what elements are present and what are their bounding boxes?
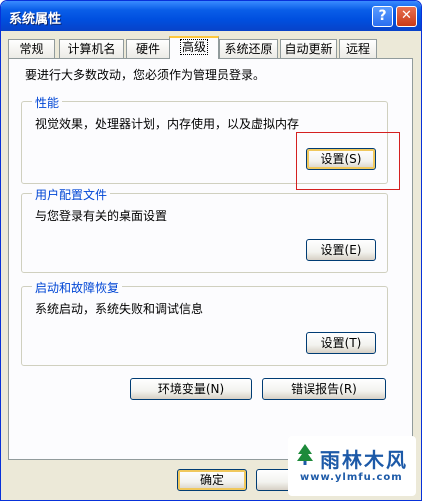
user-profiles-settings-button[interactable]: 设置(E) xyxy=(306,239,376,261)
system-properties-window: 系统属性 ? ✕ 常规 计算机名 硬件 高级 系统还原 自动更新 远程 要进行大… xyxy=(0,0,422,501)
tab-remote[interactable]: 远程 xyxy=(339,39,377,58)
startup-recovery-description: 系统启动，系统失败和调试信息 xyxy=(35,302,204,316)
window-title: 系统属性 xyxy=(9,12,62,27)
title-bar[interactable]: 系统属性 ? ✕ xyxy=(1,1,421,31)
tab-advanced[interactable]: 高级 xyxy=(169,36,219,59)
tab-auto-update[interactable]: 自动更新 xyxy=(280,39,337,58)
startup-recovery-title: 启动和故障恢复 xyxy=(32,279,123,296)
startup-recovery-group: 启动和故障恢复 系统启动，系统失败和调试信息 xyxy=(21,279,388,366)
tree-logo-icon xyxy=(297,444,313,465)
tab-computer-name[interactable]: 计算机名 xyxy=(59,39,124,58)
user-profiles-description: 与您登录有关的桌面设置 xyxy=(35,209,168,223)
watermark-url: www.ylmfu.com xyxy=(300,472,403,483)
startup-recovery-settings-button[interactable]: 设置(T) xyxy=(306,332,376,354)
environment-variables-button[interactable]: 环境变量(N) xyxy=(130,378,252,400)
close-icon[interactable]: ✕ xyxy=(396,6,417,27)
performance-description: 视觉效果，处理器计划，内存使用，以及虚拟内存 xyxy=(35,117,300,131)
user-profiles-group: 用户配置文件 与您登录有关的桌面设置 xyxy=(21,186,388,273)
tab-general[interactable]: 常规 xyxy=(8,39,55,58)
user-profiles-title: 用户配置文件 xyxy=(32,186,111,203)
performance-title: 性能 xyxy=(32,94,63,111)
tab-hardware[interactable]: 硬件 xyxy=(126,39,170,58)
ok-button[interactable]: 确定 xyxy=(177,469,247,491)
watermark-title: 雨林木风 xyxy=(320,448,408,472)
help-icon[interactable]: ? xyxy=(372,6,393,27)
highlight-box xyxy=(296,132,400,190)
admin-notice: 要进行大多数改动，您必须作为管理员登录。 xyxy=(25,68,266,82)
error-reporting-button[interactable]: 错误报告(R) xyxy=(262,378,386,400)
tab-system-restore[interactable]: 系统还原 xyxy=(219,39,278,58)
watermark-logo: 雨林木风 www.ylmfu.com xyxy=(288,436,416,496)
